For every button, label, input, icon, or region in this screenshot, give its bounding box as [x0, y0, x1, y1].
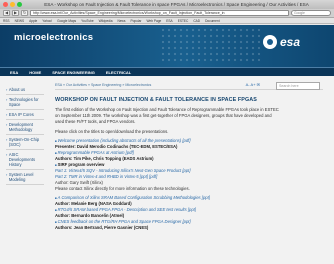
- minimize-window-button[interactable]: [10, 2, 15, 7]
- arrow-right-icon: ›: [6, 152, 8, 157]
- bookmark-item[interactable]: News: [117, 19, 125, 23]
- intro-paragraph: The first edition of the Workshop on Fau…: [55, 107, 279, 124]
- sidebar-item-soc[interactable]: › System-On-Chip (SOC): [6, 135, 44, 150]
- banner-pattern: [160, 27, 260, 65]
- bookmark-item[interactable]: ESTEC: [178, 19, 189, 23]
- bookmark-item[interactable]: Google Maps: [57, 19, 76, 23]
- page-title: WORKSHOP ON FAULT INJECTION & FAULT TOLE…: [55, 97, 257, 103]
- authors-text: Authors: Jean Bertrand, Pierre Gasnier (…: [55, 225, 149, 230]
- sidebar-item-label: Development Methodology: [8, 122, 33, 132]
- presentation-list-1: Welcome presentation (including abstract…: [55, 138, 323, 192]
- page-tools[interactable]: A- A+ ✉: [246, 82, 260, 87]
- page-content: › About us › Technologies for Space › ES…: [0, 76, 334, 264]
- bookmark-item[interactable]: NEWS: [15, 19, 25, 23]
- bookmark-item[interactable]: RSS: [3, 19, 10, 23]
- sidebar-item-label: Technologies for Space: [8, 97, 39, 107]
- instruction-text: Please click on the titles to open/downl…: [55, 129, 169, 134]
- banner-title: microelectronics: [14, 32, 94, 43]
- window-controls: [3, 2, 22, 7]
- bookmark-item[interactable]: CAD: [193, 19, 200, 23]
- nav-item-electrical[interactable]: ELECTRICAL: [106, 70, 131, 75]
- browser-search-input[interactable]: Google: [291, 10, 331, 16]
- presentation-list-2: A Comparison of Xilinx SRAM Based Config…: [55, 195, 323, 231]
- sidebar-item-label: System Level Modeling: [8, 172, 34, 182]
- main-navigation: ESA HOME SPACE ENGINEERING ELECTRICAL: [0, 67, 334, 76]
- browser-window: ESA - Workshop on Fault Injection & Faul…: [0, 0, 334, 264]
- sidebar-item-development-methodology[interactable]: › Development Methodology: [6, 120, 44, 135]
- close-window-button[interactable]: [3, 2, 8, 7]
- browser-toolbar: ◀ ▶ ↻ http://www.esa.int/Our_Activities/…: [0, 9, 334, 18]
- bookmark-item[interactable]: Yahoo!: [42, 19, 52, 23]
- sidebar-item-label: System-On-Chip (SOC): [8, 137, 40, 147]
- sidebar-item-label: About us: [8, 87, 26, 92]
- nav-item-space-engineering[interactable]: SPACE ENGINEERING: [52, 70, 95, 75]
- bookmark-item[interactable]: Popular: [130, 19, 141, 23]
- bookmark-item[interactable]: Document: [205, 19, 220, 23]
- bookmarks-bar: RSS NEWS Apple Yahoo! Google Maps YouTub…: [0, 18, 334, 24]
- window-title: ESA - Workshop on Fault Injection & Faul…: [44, 2, 309, 7]
- back-icon[interactable]: ◀: [3, 10, 10, 16]
- arrow-right-icon: ›: [6, 137, 8, 142]
- note-text: Please contact Xilinx directly for more …: [55, 186, 190, 191]
- sidebar-item-label: ASIC Developments History: [8, 152, 36, 167]
- sidebar: › About us › Technologies for Space › ES…: [6, 85, 44, 185]
- bookmark-item[interactable]: Web Page: [146, 19, 161, 23]
- nav-item-home[interactable]: HOME: [29, 70, 41, 75]
- arrow-right-icon: ›: [6, 112, 8, 117]
- sidebar-item-system-level-modeling[interactable]: › System Level Modeling: [6, 170, 44, 185]
- sidebar-item-technologies[interactable]: › Technologies for Space: [6, 95, 44, 110]
- sidebar-item-about-us[interactable]: › About us: [6, 85, 44, 95]
- main-article: ESA » Our Activities » Space Engineering…: [55, 82, 323, 231]
- site-banner: microelectronics esa: [0, 25, 334, 67]
- esa-logo-text: esa: [280, 35, 301, 49]
- title-bar: ESA - Workshop on Fault Injection & Faul…: [0, 0, 334, 9]
- sidebar-item-label: ESA IP Cores: [8, 112, 34, 117]
- arrow-right-icon: ›: [6, 122, 8, 127]
- sidebar-item-asic-history[interactable]: › ASIC Developments History: [6, 150, 44, 170]
- site-search-input[interactable]: Search here: [276, 82, 320, 90]
- bookmark-item[interactable]: YouTube: [81, 19, 94, 23]
- sidebar-item-ip-cores[interactable]: › ESA IP Cores: [6, 110, 44, 120]
- address-bar[interactable]: http://www.esa.int/Our_Activities/Space_…: [30, 10, 289, 16]
- esa-logo[interactable]: esa: [263, 35, 300, 49]
- reload-icon[interactable]: ↻: [21, 10, 28, 16]
- esa-logo-icon: [263, 35, 277, 49]
- bookmark-item[interactable]: ESA: [166, 19, 172, 23]
- arrow-right-icon: ›: [6, 172, 8, 177]
- bookmark-item[interactable]: Apple: [29, 19, 37, 23]
- forward-icon[interactable]: ▶: [12, 10, 19, 16]
- arrow-right-icon: ›: [6, 97, 8, 102]
- nav-item-esa[interactable]: ESA: [10, 70, 18, 75]
- arrow-right-icon: ›: [6, 87, 8, 92]
- bookmark-item[interactable]: Wikipedia: [99, 19, 113, 23]
